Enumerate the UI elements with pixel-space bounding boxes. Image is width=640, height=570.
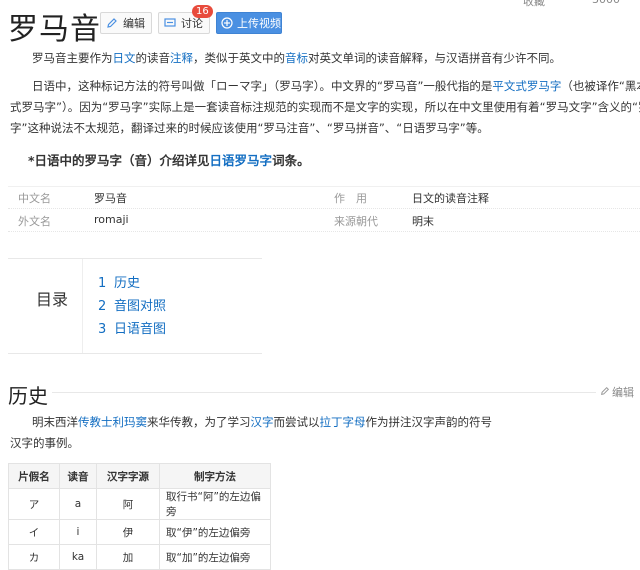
section-edit-label: 编辑 — [612, 386, 634, 399]
section-divider — [52, 392, 596, 393]
table-row: カ ka 加 取“加”的左边偏旁 — [8, 544, 271, 570]
text: ，类似于英文中的 — [193, 51, 285, 65]
table-header-row: 片假名 读音 汉字字源 制字方法 — [8, 463, 271, 489]
favorite-link[interactable]: 收藏 — [523, 0, 545, 9]
table-cell: イ — [8, 519, 60, 545]
table-row: ア a 阿 取行书“阿”的左边偏旁 — [8, 488, 271, 520]
text: 明末西洋 — [32, 415, 78, 429]
text: 作为拼注汉字声韵的符号 — [365, 415, 493, 429]
upload-video-label: 上传视频 — [237, 17, 281, 30]
info-row: 外文名 romaji 来源朝代 明末 — [8, 209, 640, 232]
table-cell: a — [59, 488, 97, 520]
toc-item-number: 3 — [98, 322, 107, 337]
info-value: romaji — [94, 213, 129, 226]
toc-item-history[interactable]: 1 历史 — [98, 272, 140, 291]
pencil-icon — [600, 386, 610, 399]
info-key: 作 用 — [334, 192, 367, 205]
info-row: 中文名 罗马音 作 用 日文的读音注释 — [8, 186, 640, 209]
text: （也被译作“黑本 — [561, 79, 640, 93]
table-cell: 加 — [96, 544, 160, 570]
text: 日语中，这种标记方法的符号叫做「ローマ字」（罗马字）。中文界的“罗马音”一般代指… — [32, 79, 493, 93]
table-cell: i — [59, 519, 97, 545]
table-cell: 取行书“阿”的左边偏旁 — [159, 488, 271, 520]
discuss-count-badge: 16 — [192, 5, 213, 18]
info-key: 中文名 — [18, 192, 51, 205]
page-title: 罗马音 — [8, 12, 101, 47]
upload-video-button[interactable]: 上传视频 — [216, 12, 282, 34]
table-cell: ka — [59, 544, 97, 570]
table-row: イ i 伊 取“伊”的左边偏旁 — [8, 519, 271, 545]
text: 的读音 — [135, 51, 171, 65]
body-paragraph-line: 字”这种说法不太规范，翻译过来的时候应该使用“罗马注音”、“罗马拼音”、“日语罗… — [10, 121, 489, 135]
link-missionary[interactable]: 传教士 — [78, 415, 113, 429]
link-hepburn[interactable]: 平文式罗马字 — [492, 79, 561, 93]
info-value: 日文的读音注释 — [412, 192, 489, 205]
history-paragraph: 明末西洋传教士利玛窦来华传教，为了学习汉字而尝试以拉丁字母作为拼注汉字声韵的符号… — [10, 412, 493, 454]
intro-paragraph: 罗马音主要作为日文的读音注释，类似于英文中的音标对英文单词的读音解释，与汉语拼音… — [10, 48, 640, 69]
toc-item-label: 日语音图 — [114, 322, 167, 337]
section-edit-button[interactable]: 编辑 — [600, 384, 634, 400]
toc-title: 目录 — [36, 290, 69, 309]
link-latin-alphabet[interactable]: 拉丁字母 — [320, 415, 366, 429]
table-cell: 取“伊”的左边偏旁 — [159, 519, 271, 545]
column-header: 制字方法 — [159, 463, 271, 489]
toc-item-label: 音图对照 — [114, 299, 167, 314]
column-header: 读音 — [59, 463, 97, 489]
plus-circle-icon — [221, 16, 233, 30]
body-paragraph-line: 式罗马字”）。因为“罗马字”实际上是一套读音标注规范的实现而不是文字的实现，所以… — [10, 100, 640, 114]
history-line: 明末西洋传教士利玛窦来华传教，为了学习汉字而尝试以拉丁字母作为拼注汉字声韵的符号 — [10, 412, 493, 433]
link-matteo-ricci[interactable]: 利玛窦 — [113, 415, 148, 429]
table-cell: 取“加”的左边偏旁 — [159, 544, 271, 570]
text: 来华传教，为了学习 — [147, 415, 251, 429]
text: 对英文单词的读音解释，与汉语拼音有少许不同。 — [308, 51, 561, 65]
toc-item-number: 1 — [98, 276, 107, 291]
text: 罗马音主要作为 — [32, 51, 113, 65]
table-of-contents: 目录 1 历史 2 音图对照 3 日语音图 — [8, 258, 262, 354]
table-cell: ア — [8, 488, 60, 520]
basic-info-box: 中文名 罗马音 作 用 日文的读音注释 外文名 romaji 来源朝代 明末 — [8, 186, 640, 232]
column-header: 片假名 — [8, 463, 60, 489]
table-cell: 阿 — [96, 488, 160, 520]
link-chinese-characters[interactable]: 汉字 — [251, 415, 274, 429]
toc-item-japanese-chart[interactable]: 3 日语音图 — [98, 318, 166, 337]
like-count[interactable]: 3000 — [592, 0, 620, 6]
body-paragraph-line: 日语中，这种标记方法的符号叫做「ローマ字」（罗马字）。中文界的“罗马音”一般代指… — [10, 76, 640, 97]
info-value: 明末 — [412, 215, 434, 228]
edit-button-label: 编辑 — [123, 17, 145, 30]
text: 而尝试以 — [273, 415, 320, 429]
toc-item-label: 历史 — [114, 276, 141, 291]
info-value: 罗马音 — [94, 192, 127, 205]
column-header: 汉字字源 — [96, 463, 160, 489]
info-key: 来源朝代 — [334, 215, 378, 228]
link-japanese-romaji[interactable]: 日语罗马字 — [210, 153, 273, 168]
table-cell: 伊 — [96, 519, 160, 545]
link-annotation[interactable]: 注释 — [170, 51, 193, 65]
edit-button[interactable]: 编辑 — [100, 12, 152, 34]
section-title: 历史 — [8, 384, 48, 408]
toc-item-chart[interactable]: 2 音图对照 — [98, 295, 166, 314]
see-also-note: *日语中的罗马字（音）介绍详见日语罗马字词条。 — [28, 150, 310, 169]
chat-icon — [163, 16, 177, 30]
text: 词条。 — [272, 153, 310, 168]
link-phonetic[interactable]: 音标 — [285, 51, 308, 65]
link-japanese[interactable]: 日文 — [113, 51, 136, 65]
pencil-icon — [105, 16, 119, 30]
toc-divider — [82, 259, 83, 353]
table-cell: カ — [8, 544, 60, 570]
info-key: 外文名 — [18, 215, 51, 228]
toc-item-number: 2 — [98, 299, 107, 314]
text: *日语中的罗马字（音）介绍详见 — [28, 153, 210, 168]
kana-table: 片假名 读音 汉字字源 制字方法 ア a 阿 取行书“阿”的左边偏旁 イ i 伊… — [8, 463, 271, 570]
history-line: 汉字的事例。 — [10, 436, 79, 450]
